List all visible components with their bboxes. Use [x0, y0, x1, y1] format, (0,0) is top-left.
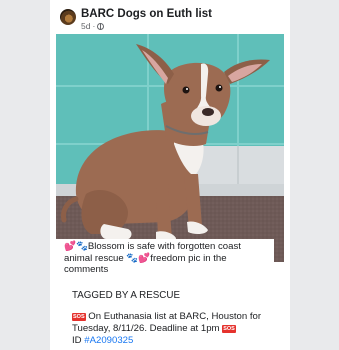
sos-icon: SOS [222, 324, 236, 333]
post-meta: 5d · [81, 21, 105, 31]
meta-separator: · [92, 21, 96, 31]
tag-line: TAGGED BY A RESCUE [72, 290, 180, 301]
post-header: BARC Dogs on Euth list 5d · [60, 8, 284, 34]
page-name[interactable]: BARC Dogs on Euth list [81, 8, 212, 20]
post-body-text: SOS On Euthanasia list at BARC, Houston … [72, 311, 287, 346]
id-prefix: ID [72, 334, 82, 346]
post-card: BARC Dogs on Euth list 5d · 💕🐾Blossom is… [50, 0, 290, 350]
post-time[interactable]: 5d [81, 21, 90, 31]
globe-icon [97, 22, 105, 30]
dog-photo [56, 34, 284, 262]
sos-icon: SOS [72, 313, 86, 321]
page-avatar[interactable] [60, 9, 76, 25]
id-hashtag-link[interactable]: #A2090325 [84, 335, 133, 346]
photo-caption: 💕🐾Blossom is safe with forgotten coast a… [56, 239, 274, 279]
post-photo[interactable] [56, 34, 284, 262]
